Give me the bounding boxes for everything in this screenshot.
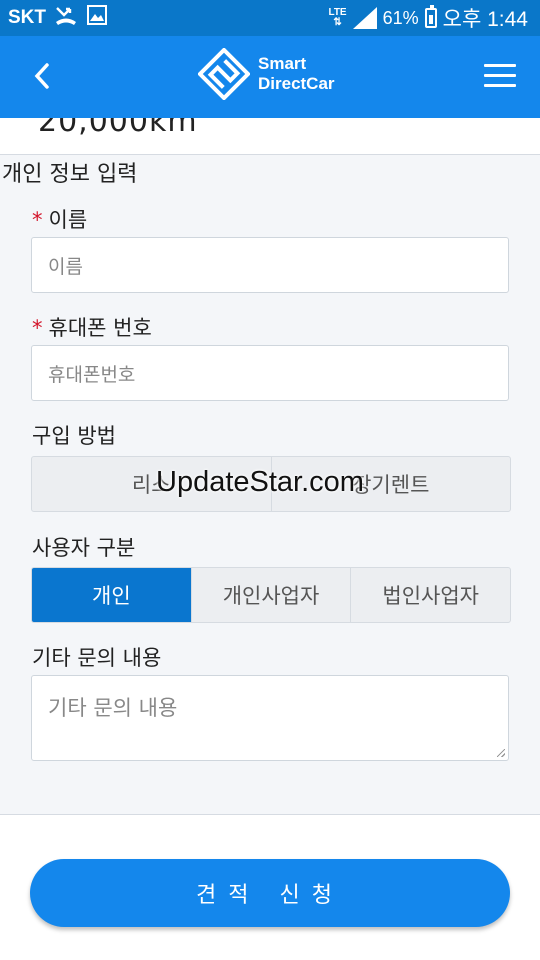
resize-handle-icon[interactable] [497, 749, 505, 757]
phone-placeholder: 휴대폰번호 [48, 363, 136, 386]
lte-icon: LTE ⇅ [328, 7, 347, 28]
option-corporation[interactable]: 법인사업자 [351, 568, 510, 622]
form-content: 20,000km 개인 정보 입력 * 이름 이름 * 휴대폰 번호 휴대폰번호 구… [0, 118, 540, 960]
carrier-label: SKT [8, 7, 46, 28]
name-label: * 이름 [32, 208, 88, 232]
gallery-icon [86, 4, 108, 32]
previous-section: 20,000km [0, 118, 540, 154]
status-bar: SKT LTE ⇅ 61% 오후 1:44 [0, 0, 540, 36]
watermark: UpdateStar.com [156, 466, 364, 498]
phone-label: * 휴대폰 번호 [32, 316, 152, 340]
inquiry-placeholder: 기타 문의 내용 [48, 696, 178, 720]
user-type-segment: 개인 개인사업자 법인사업자 [31, 567, 511, 623]
bottom-action-area: 견적 신청 [0, 815, 540, 960]
hamburger-icon [484, 64, 516, 67]
purchase-method-label: 구입 방법 [32, 424, 116, 448]
divider [0, 154, 540, 155]
option-individual[interactable]: 개인 [32, 568, 192, 622]
phone-input[interactable]: 휴대폰번호 [31, 345, 509, 401]
back-button[interactable] [22, 56, 62, 96]
required-mark: * [32, 208, 43, 232]
mileage-value: 20,000km [38, 118, 198, 139]
clock: 오후 1:44 [442, 8, 528, 31]
menu-button[interactable] [484, 64, 516, 88]
battery-percent: 61% [382, 7, 419, 28]
logo-line-2: DirectCar [258, 74, 335, 93]
name-input[interactable]: 이름 [31, 237, 509, 293]
section-title: 개인 정보 입력 [2, 162, 138, 187]
logo: Smart DirectCar [198, 48, 335, 100]
option-sole-proprietor[interactable]: 개인사업자 [192, 568, 352, 622]
smart-directcar-logo-icon [198, 48, 250, 100]
inquiry-textarea[interactable]: 기타 문의 내용 [31, 675, 509, 761]
user-type-label: 사용자 구분 [32, 536, 136, 560]
missed-call-icon [54, 4, 78, 32]
chevron-left-icon [34, 63, 49, 89]
submit-quote-button[interactable]: 견적 신청 [30, 859, 510, 927]
logo-line-1: Smart [258, 54, 307, 73]
name-placeholder: 이름 [48, 255, 83, 278]
signal-icon [352, 7, 377, 29]
battery-icon [424, 5, 437, 28]
required-mark: * [32, 316, 43, 340]
inquiry-label: 기타 문의 내용 [32, 646, 162, 670]
app-header: Smart DirectCar [0, 36, 540, 118]
